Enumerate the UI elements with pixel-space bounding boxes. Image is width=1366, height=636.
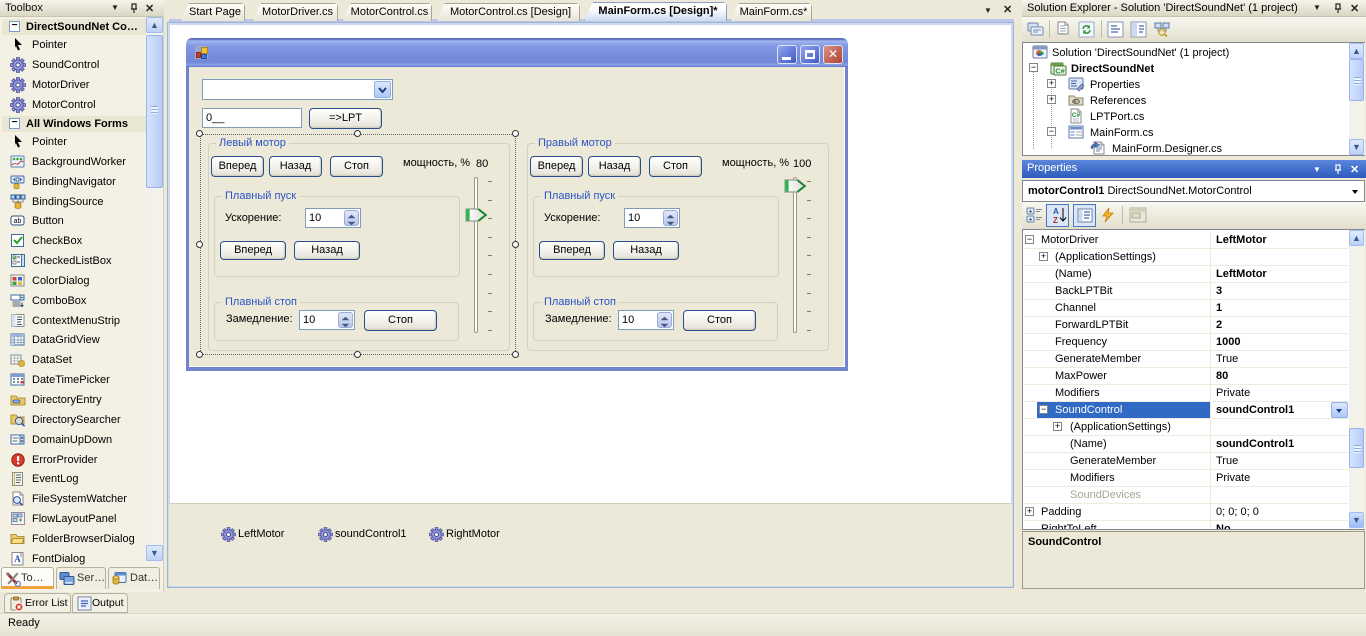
svg-text:C#: C#	[1072, 112, 1081, 119]
svg-text:C#: C#	[1055, 67, 1065, 76]
svg-text:A: A	[1053, 207, 1059, 216]
svg-text:+: +	[1029, 217, 1033, 223]
svg-text:ab: ab	[14, 218, 22, 225]
svg-text:+: +	[1029, 209, 1033, 215]
svg-text:Z: Z	[1053, 216, 1058, 225]
